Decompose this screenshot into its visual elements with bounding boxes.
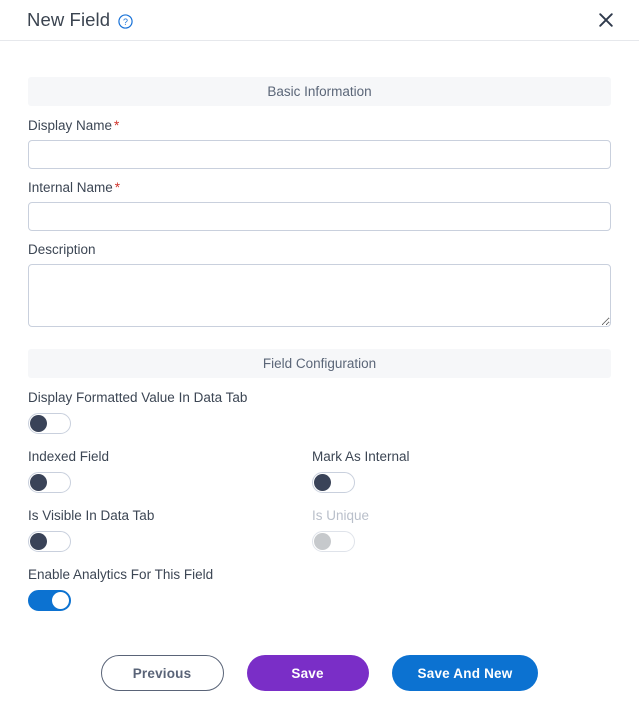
internal-name-input[interactable] — [28, 202, 611, 231]
toggle-row-is-unique: Is Unique — [312, 508, 611, 567]
toggle-row-mark-as-internal: Mark As Internal — [312, 449, 611, 508]
toggle-knob — [30, 415, 47, 432]
section-title-basic-information: Basic Information — [267, 84, 372, 99]
dialog-header: New Field ? — [0, 0, 639, 41]
toggle-enable-analytics-for-this-field[interactable] — [28, 590, 71, 611]
toggle-display-formatted-value-in-data-tab[interactable] — [28, 413, 71, 434]
help-circle-icon[interactable]: ? — [118, 13, 133, 29]
display-name-required-marker: * — [114, 118, 120, 133]
field-group-description: Description — [28, 242, 611, 327]
toggle-label-enable-analytics-for-this-field: Enable Analytics For This Field — [28, 567, 214, 582]
description-textarea[interactable] — [28, 264, 611, 327]
toggle-label-mark-as-internal: Mark As Internal — [312, 449, 410, 464]
toggle-is-unique — [312, 531, 355, 552]
toggle-label-indexed-field: Indexed Field — [28, 449, 110, 464]
section-header-basic-information: Basic Information — [28, 77, 611, 106]
toggle-knob — [314, 474, 331, 491]
section-title-field-configuration: Field Configuration — [262, 356, 377, 371]
description-label: Description — [28, 242, 96, 257]
toggle-knob — [30, 474, 47, 491]
toggle-knob — [314, 533, 331, 550]
toggle-label-is-unique: Is Unique — [312, 508, 370, 523]
close-icon[interactable] — [595, 9, 617, 31]
internal-name-required-marker: * — [114, 180, 121, 195]
save-button[interactable]: Save — [246, 655, 369, 691]
field-configuration-toggles: Display Formatted Value In Data Tab Inde… — [28, 390, 611, 626]
section-header-field-configuration: Field Configuration — [28, 349, 611, 378]
svg-text:?: ? — [123, 16, 128, 26]
toggle-label-display-formatted-value: Display Formatted Value In Data Tab — [28, 390, 248, 405]
toggle-mark-as-internal[interactable] — [312, 472, 355, 493]
display-name-input[interactable] — [28, 140, 611, 169]
toggle-row-indexed-field: Indexed Field — [28, 449, 312, 508]
toggle-knob — [30, 533, 47, 550]
dialog-footer: Previous Save Save And New — [0, 638, 639, 708]
internal-name-label: Internal Name * — [28, 180, 611, 196]
toggle-row-display-formatted-value: Display Formatted Value In Data Tab — [28, 390, 312, 449]
internal-name-label-text: Internal Name — [28, 180, 113, 195]
toggle-is-visible-in-data-tab[interactable] — [28, 531, 71, 552]
toggle-knob — [52, 592, 69, 609]
dialog-body: Basic Information Display Name * Internal… — [0, 77, 639, 626]
toggle-indexed-field[interactable] — [28, 472, 71, 493]
display-name-label: Display Name * — [28, 118, 611, 134]
toggle-row-is-visible-in-data-tab: Is Visible In Data Tab — [28, 508, 312, 567]
display-name-label-text: Display Name — [28, 118, 113, 133]
field-group-internal-name: Internal Name * — [28, 180, 611, 231]
field-group-display-name: Display Name * — [28, 118, 611, 169]
page-title: New Field — [27, 9, 111, 30]
toggle-row-enable-analytics: Enable Analytics For This Field — [28, 567, 312, 626]
previous-button[interactable]: Previous — [100, 655, 224, 691]
save-and-new-button[interactable]: Save And New — [391, 655, 539, 691]
toggle-label-is-visible-in-data-tab: Is Visible In Data Tab — [28, 508, 155, 523]
